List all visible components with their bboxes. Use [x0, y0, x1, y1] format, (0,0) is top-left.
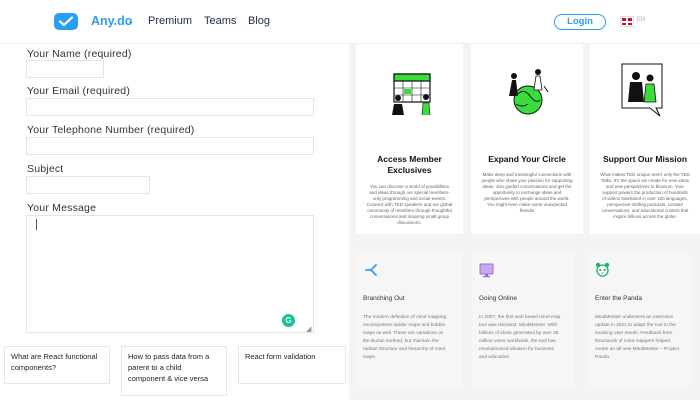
- feature-branching-out: Branching Out The modern definition of m…: [355, 251, 462, 389]
- phone-label: Your Telephone Number (required): [27, 124, 195, 136]
- uk-flag-icon[interactable]: [621, 17, 633, 26]
- card-title: Support Our Mission: [602, 154, 688, 164]
- feature-title: Branching Out: [363, 295, 405, 302]
- people-bubble-illustration-icon: [621, 63, 663, 117]
- message-textarea[interactable]: [26, 215, 314, 333]
- text-caret: [36, 219, 37, 230]
- nav-teams[interactable]: Teams: [204, 15, 236, 27]
- resize-handle-icon[interactable]: ◢: [306, 325, 311, 333]
- nav-premium[interactable]: Premium: [148, 15, 192, 27]
- page: Any.do ⌄ Premium Teams Blog Login EN You…: [0, 0, 700, 400]
- top-navbar: Any.do ⌄ Premium Teams Blog Login EN: [0, 0, 700, 44]
- card-member-exclusives: Access Member Exclusives You can discove…: [356, 44, 463, 234]
- panda-icon: [595, 262, 610, 277]
- card-body: Make deep and meaningful connections wit…: [481, 172, 573, 213]
- language-code[interactable]: EN: [637, 17, 645, 23]
- message-label: Your Message: [27, 202, 97, 214]
- related-link-react-functional[interactable]: What are React functional components?: [4, 346, 110, 384]
- monitor-icon: [479, 263, 494, 278]
- feature-body: The modern definition of mind mapping en…: [363, 315, 447, 360]
- name-label: Your Name (required): [27, 48, 132, 60]
- email-field[interactable]: [26, 98, 314, 116]
- login-button[interactable]: Login: [554, 14, 606, 30]
- card-title: Access Member Exclusives: [377, 154, 442, 175]
- card-expand-circle: Expand Your Circle Make deep and meaning…: [471, 44, 583, 234]
- card-body: What makes TED unique aren't only the TE…: [600, 172, 690, 219]
- card-support-mission: Support Our Mission What makes TED uniqu…: [590, 44, 700, 234]
- subject-field[interactable]: [26, 176, 150, 194]
- card-title: Expand Your Circle: [488, 154, 566, 164]
- anydo-logo-icon[interactable]: [54, 13, 78, 30]
- feature-going-online: Going Online In 2007, the first web base…: [471, 251, 574, 389]
- feature-enter-panda: Enter the Panda MindMeister underwent an…: [587, 251, 692, 389]
- feature-body: In 2007, the first web based mind map to…: [479, 315, 561, 360]
- feature-title: Enter the Panda: [595, 295, 642, 302]
- grammarly-icon[interactable]: G: [282, 314, 295, 327]
- chevron-down-icon[interactable]: ⌄: [127, 16, 135, 27]
- feature-title: Going Online: [479, 295, 517, 302]
- related-link-pass-data[interactable]: How to pass data from a parent to a chil…: [121, 346, 227, 396]
- related-link-form-validation[interactable]: React form validation: [238, 346, 346, 384]
- feature-body: MindMeister underwent an extensive updat…: [595, 315, 679, 360]
- calendar-illustration-icon: [392, 73, 431, 116]
- name-field[interactable]: [26, 60, 104, 78]
- email-label: Your Email (required): [27, 85, 131, 97]
- globe-people-illustration-icon: [509, 69, 549, 115]
- branch-icon: [365, 264, 377, 276]
- phone-field[interactable]: [26, 137, 314, 155]
- card-body: You can discover a world of possibilitie…: [366, 184, 453, 225]
- subject-label: Subject: [27, 163, 64, 175]
- nav-blog[interactable]: Blog: [248, 15, 270, 27]
